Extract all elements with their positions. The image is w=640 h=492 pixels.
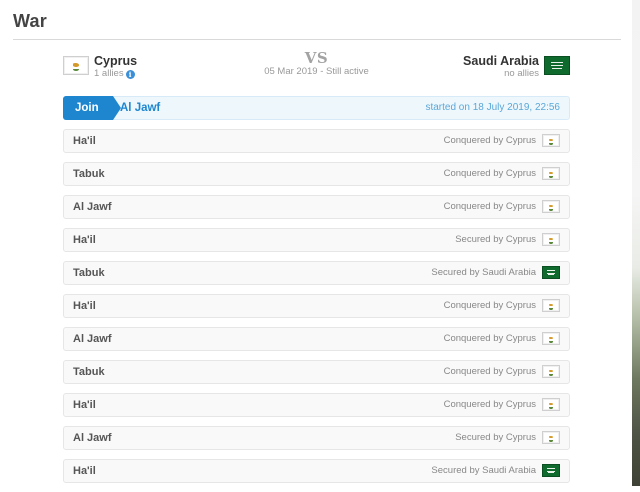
- region-status: Conquered by Cyprus: [443, 300, 536, 311]
- region-status: Secured by Saudi Arabia: [431, 465, 536, 476]
- region-name[interactable]: Al Jawf: [73, 328, 112, 350]
- region-name[interactable]: Tabuk: [73, 262, 105, 284]
- region-row[interactable]: Ha'il Conquered by Cyprus: [63, 294, 570, 318]
- region-name[interactable]: Ha'il: [73, 295, 96, 317]
- saudi-arabia-flag-icon[interactable]: [542, 266, 560, 279]
- region-status: Conquered by Cyprus: [443, 201, 536, 212]
- region-row[interactable]: Ha'il Conquered by Cyprus: [63, 393, 570, 417]
- defender-name[interactable]: Saudi Arabia: [463, 54, 539, 68]
- region-name[interactable]: Al Jawf: [73, 427, 112, 449]
- region-status: Secured by Cyprus: [455, 234, 536, 245]
- region-status: Conquered by Cyprus: [443, 333, 536, 344]
- region-name[interactable]: Tabuk: [73, 163, 105, 185]
- battle-region[interactable]: Al Jawf: [120, 97, 160, 119]
- title-divider: [13, 39, 621, 40]
- region-row[interactable]: Al Jawf Secured by Cyprus: [63, 426, 570, 450]
- cyprus-flag-icon[interactable]: [542, 299, 560, 312]
- region-list: Ha'il Conquered by Cyprus Tabuk Conquered b…: [63, 129, 570, 492]
- war-panel: War Cyprus 1 allies i VS 05 Mar 2019 - St…: [0, 0, 632, 486]
- cyprus-flag-icon[interactable]: [542, 167, 560, 180]
- region-name[interactable]: Ha'il: [73, 130, 96, 152]
- region-row[interactable]: Tabuk Secured by Saudi Arabia: [63, 261, 570, 285]
- battle-started: started on 18 July 2019, 22:56: [425, 102, 560, 113]
- region-status: Secured by Saudi Arabia: [431, 267, 536, 278]
- saudi-arabia-flag-icon[interactable]: [542, 464, 560, 477]
- cyprus-flag-icon[interactable]: [542, 398, 560, 411]
- defender-allies: no allies: [504, 68, 539, 79]
- region-row[interactable]: Ha'il Secured by Cyprus: [63, 228, 570, 252]
- cyprus-flag-icon[interactable]: [542, 332, 560, 345]
- region-row[interactable]: Al Jawf Conquered by Cyprus: [63, 195, 570, 219]
- region-row[interactable]: Al Jawf Conquered by Cyprus: [63, 327, 570, 351]
- region-row[interactable]: Ha'il Conquered by Cyprus: [63, 129, 570, 153]
- region-status: Conquered by Cyprus: [443, 168, 536, 179]
- war-header: Cyprus 1 allies i VS 05 Mar 2019 - Still …: [63, 50, 570, 86]
- region-status: Conquered by Cyprus: [443, 399, 536, 410]
- cyprus-flag-icon[interactable]: [542, 431, 560, 444]
- join-button[interactable]: Join: [63, 96, 121, 120]
- region-status: Secured by Cyprus: [455, 432, 536, 443]
- region-name[interactable]: Ha'il: [73, 229, 96, 251]
- cyprus-flag-icon[interactable]: [542, 200, 560, 213]
- region-name[interactable]: Al Jawf: [73, 196, 112, 218]
- region-status: Conquered by Cyprus: [443, 135, 536, 146]
- region-row[interactable]: Tabuk Conquered by Cyprus: [63, 360, 570, 384]
- page-title: War: [13, 11, 47, 31]
- cyprus-flag-icon[interactable]: [542, 365, 560, 378]
- defender-side: Saudi Arabia no allies: [463, 54, 539, 80]
- cyprus-flag-icon[interactable]: [542, 233, 560, 246]
- region-row[interactable]: Tabuk Conquered by Cyprus: [63, 162, 570, 186]
- region-name[interactable]: Ha'il: [73, 394, 96, 416]
- saudi-arabia-flag-icon[interactable]: [544, 56, 570, 75]
- active-battle-row[interactable]: Join Al Jawf started on 18 July 2019, 22…: [63, 96, 570, 120]
- cyprus-flag-icon[interactable]: [542, 134, 560, 147]
- region-name[interactable]: Tabuk: [73, 361, 105, 383]
- region-name[interactable]: Ha'il: [73, 460, 96, 482]
- region-status: Conquered by Cyprus: [443, 366, 536, 377]
- region-row[interactable]: Ha'il Secured by Saudi Arabia: [63, 459, 570, 483]
